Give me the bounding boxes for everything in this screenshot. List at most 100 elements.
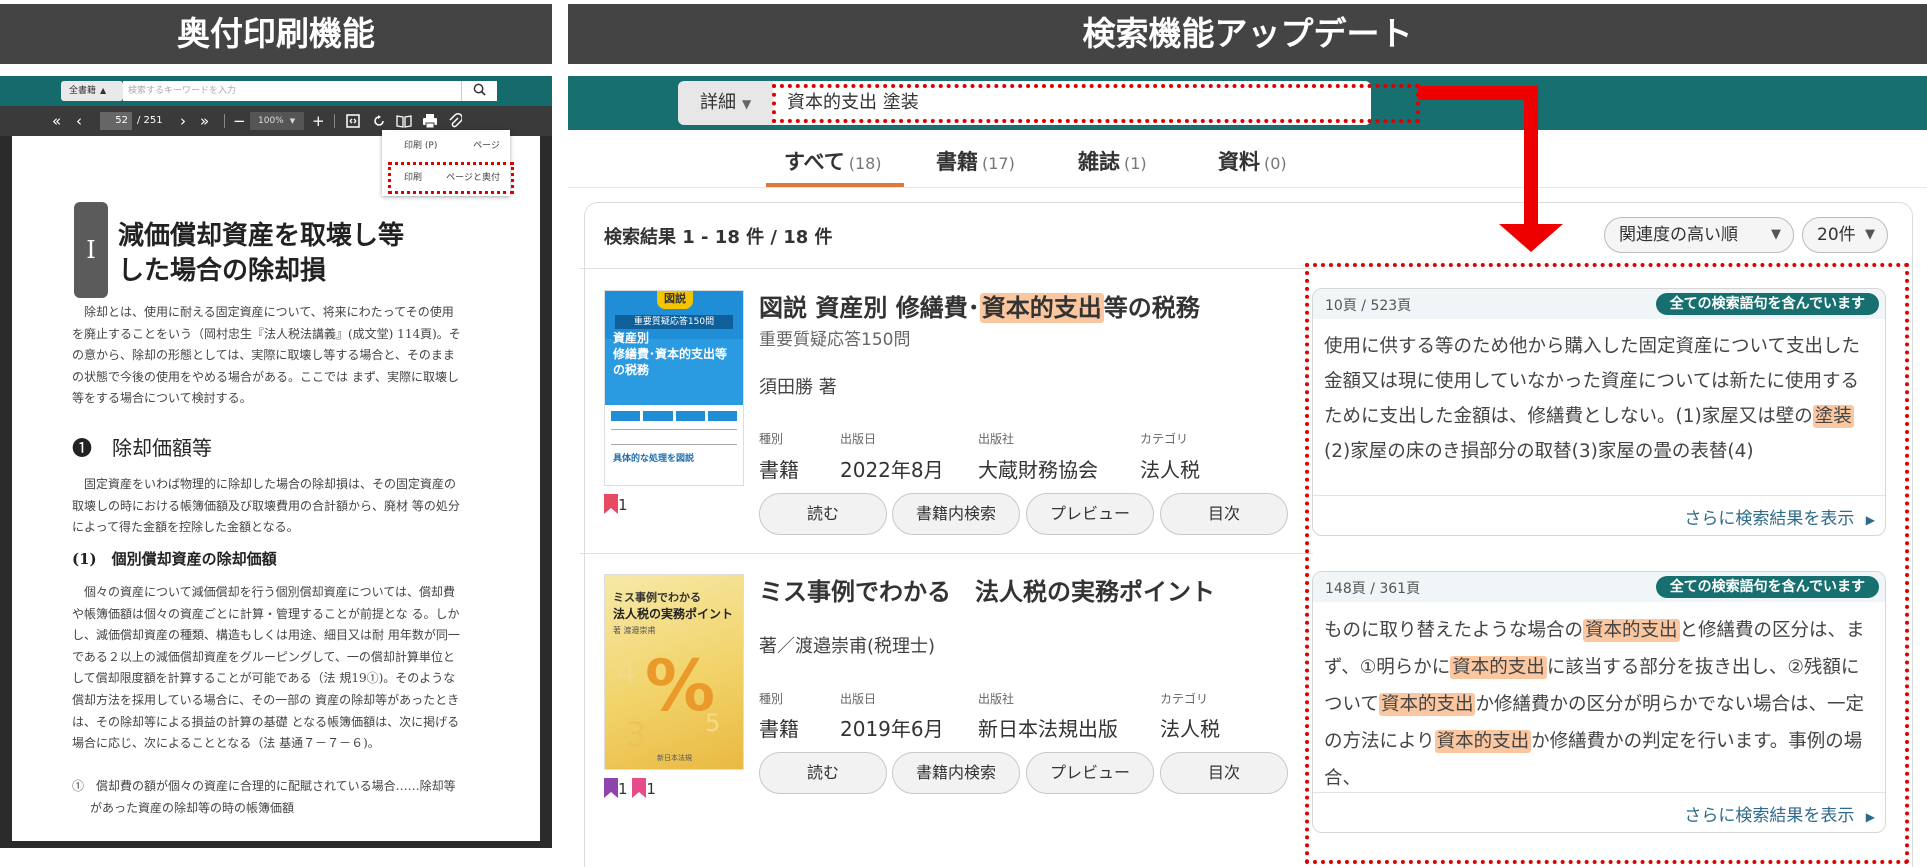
zoom-select[interactable]: 100% ▼	[250, 112, 304, 130]
viewer-search-input[interactable]: 検索するキーワードを入力	[123, 81, 461, 101]
highlight-frame	[388, 162, 514, 194]
toc-button[interactable]: 目次	[1160, 493, 1288, 535]
result-author: 著／渡邉崇甫(税理士)	[759, 636, 936, 657]
meta-label-type: 種別	[759, 692, 784, 706]
divider	[334, 114, 335, 128]
arrow-head-icon	[1499, 224, 1563, 252]
detail-search-dropdown[interactable]: 詳細 ▼	[678, 81, 773, 125]
search-in-book-button[interactable]: 書籍内検索	[892, 752, 1020, 794]
cover-line2: 修繕費･資本的支出等	[613, 347, 728, 361]
title-text: 図説 資産別 修繕費･	[759, 294, 980, 322]
menu-item-print-page[interactable]: 印刷 (P) ページ	[382, 135, 510, 157]
bookmark-count: 1	[618, 496, 628, 514]
chapter-badge: I	[74, 202, 108, 298]
tab-label: すべて	[784, 150, 845, 174]
per-page-select[interactable]: 20件 ▼	[1802, 217, 1888, 253]
rotate-icon[interactable]	[372, 114, 386, 128]
meta-publisher: 大蔵財務協会	[978, 458, 1098, 482]
highlight-frame	[1305, 263, 1909, 864]
toc-button[interactable]: 目次	[1160, 752, 1288, 794]
viewer-search-button[interactable]	[461, 81, 497, 101]
book-cover[interactable]: ミス事例でわかる 法人税の実務ポイント 著 渡邉崇甫 % 4 3 5 新日本法規	[604, 574, 744, 770]
sort-select[interactable]: 関連度の高い順 ▼	[1604, 217, 1794, 253]
bookmark-icon	[604, 778, 618, 798]
first-page-button[interactable]: «	[52, 112, 61, 130]
meta-label-type: 種別	[759, 432, 784, 446]
triangle-down-icon: ▼	[1865, 227, 1875, 242]
cover-band: 重要質疑応答150問	[615, 315, 733, 329]
bookmark-indicator[interactable]: 1 1	[604, 778, 656, 798]
menu-item-shortcut: (P)	[424, 141, 438, 151]
meta-category: 法人税	[1140, 458, 1200, 482]
tab-magazines[interactable]: 雑誌 (1)	[1078, 146, 1147, 176]
last-page-button[interactable]: »	[200, 112, 209, 130]
result-subtitle: 重要質疑応答150問	[759, 330, 911, 350]
cover-publisher: 新日本法規	[657, 754, 692, 762]
meta-label-date: 出版日	[840, 692, 877, 706]
sort-value: 関連度の高い順	[1619, 225, 1738, 245]
paragraph: 個々の資産について減価償却を行う個別償却資産については、償却費や帳簿価額は個々の…	[72, 585, 460, 751]
tab-count: (1)	[1124, 154, 1147, 173]
bookmark-indicator[interactable]: 1	[604, 494, 628, 514]
page-number-input[interactable]: 52	[100, 112, 132, 130]
meta-label-date: 出版日	[840, 432, 877, 446]
menu-item-label: 印刷	[404, 141, 423, 151]
section-heading: ❶ 除却価額等	[72, 436, 212, 460]
tab-materials[interactable]: 資料 (0)	[1218, 146, 1287, 176]
prev-page-button[interactable]: ‹	[76, 112, 82, 130]
preview-button[interactable]: プレビュー	[1026, 752, 1154, 794]
triangle-up-icon: ▲	[100, 86, 107, 95]
next-page-button[interactable]: ›	[180, 112, 186, 130]
annotation-arrow	[1418, 86, 1538, 100]
meta-type: 書籍	[759, 458, 799, 482]
digit-decoration: 5	[705, 709, 721, 737]
cover-chips	[611, 411, 737, 421]
triangle-down-icon: ▼	[1771, 227, 1781, 242]
preview-button[interactable]: プレビュー	[1026, 493, 1154, 535]
paragraph: ① 償却費の額が個々の資産に合理的に配賦されている場合……除却等があった資産の除…	[72, 779, 456, 815]
print-icon[interactable]	[422, 113, 438, 129]
digit-decoration: 4	[617, 655, 637, 690]
search-in-book-button[interactable]: 書籍内検索	[892, 493, 1020, 535]
read-button[interactable]: 読む	[759, 752, 887, 794]
highlight-frame	[772, 84, 1420, 123]
fit-page-icon[interactable]	[346, 114, 360, 128]
title-highlight: 資本的支出	[979, 293, 1104, 323]
tab-count: (17)	[982, 154, 1015, 173]
tab-label: 雑誌	[1078, 150, 1120, 174]
per-page-value: 20件	[1817, 225, 1856, 245]
cover-author: 著 渡邉崇甫	[613, 626, 656, 635]
digit-decoration: 3	[625, 715, 647, 755]
bookmark-icon	[632, 778, 647, 798]
read-button[interactable]: 読む	[759, 493, 887, 535]
divider	[224, 114, 225, 128]
zoom-value: 100%	[258, 116, 284, 126]
result-title[interactable]: ミス事例でわかる 法人税の実務ポイント	[759, 572, 1215, 607]
tab-all[interactable]: すべて (18)	[784, 146, 882, 176]
meta-date: 2019年6月	[840, 717, 944, 741]
search-icon	[473, 83, 486, 96]
tab-books[interactable]: 書籍 (17)	[936, 146, 1015, 176]
result-title[interactable]: 図説 資産別 修繕費･資本的支出等の税務	[759, 288, 1200, 323]
attachment-icon[interactable]	[448, 113, 462, 129]
scope-select[interactable]: 全書籍 ▲	[61, 81, 123, 101]
triangle-down-icon: ▼	[289, 117, 296, 125]
tab-label: 書籍	[936, 150, 978, 174]
book-cover[interactable]: 図説 重要質疑応答150問 資産別 修繕費･資本的支出等 の税務 具体的な処理を…	[604, 290, 744, 486]
meta-label-publisher: 出版社	[978, 432, 1015, 446]
page-total: / 251	[137, 115, 163, 126]
search-header: 詳細 ▼ 資本的支出 塗装	[568, 76, 1927, 130]
zoom-out-button[interactable]: −	[233, 112, 246, 130]
zoom-in-button[interactable]: +	[312, 112, 325, 130]
subsection-heading: (1) 個別償却資産の除却価額	[72, 550, 277, 568]
meta-label-category: カテゴリ	[1160, 692, 1209, 706]
cover-bottom: 具体的な処理を図説	[613, 454, 695, 464]
annotation-arrow	[1524, 86, 1538, 232]
chapter-title-line2: した場合の除却損	[118, 256, 327, 286]
viewer-search-bar: 全書籍 ▲ 検索するキーワードを入力	[0, 76, 552, 106]
banner-colophon-print: 奥付印刷機能	[0, 4, 552, 64]
paragraph: 除却とは、使用に耐える固定資産について、将来にわたってその使用を廃止することをい…	[72, 305, 461, 406]
book-view-icon[interactable]	[396, 114, 412, 128]
meta-type: 書籍	[759, 717, 799, 741]
active-tab-indicator	[766, 183, 904, 187]
